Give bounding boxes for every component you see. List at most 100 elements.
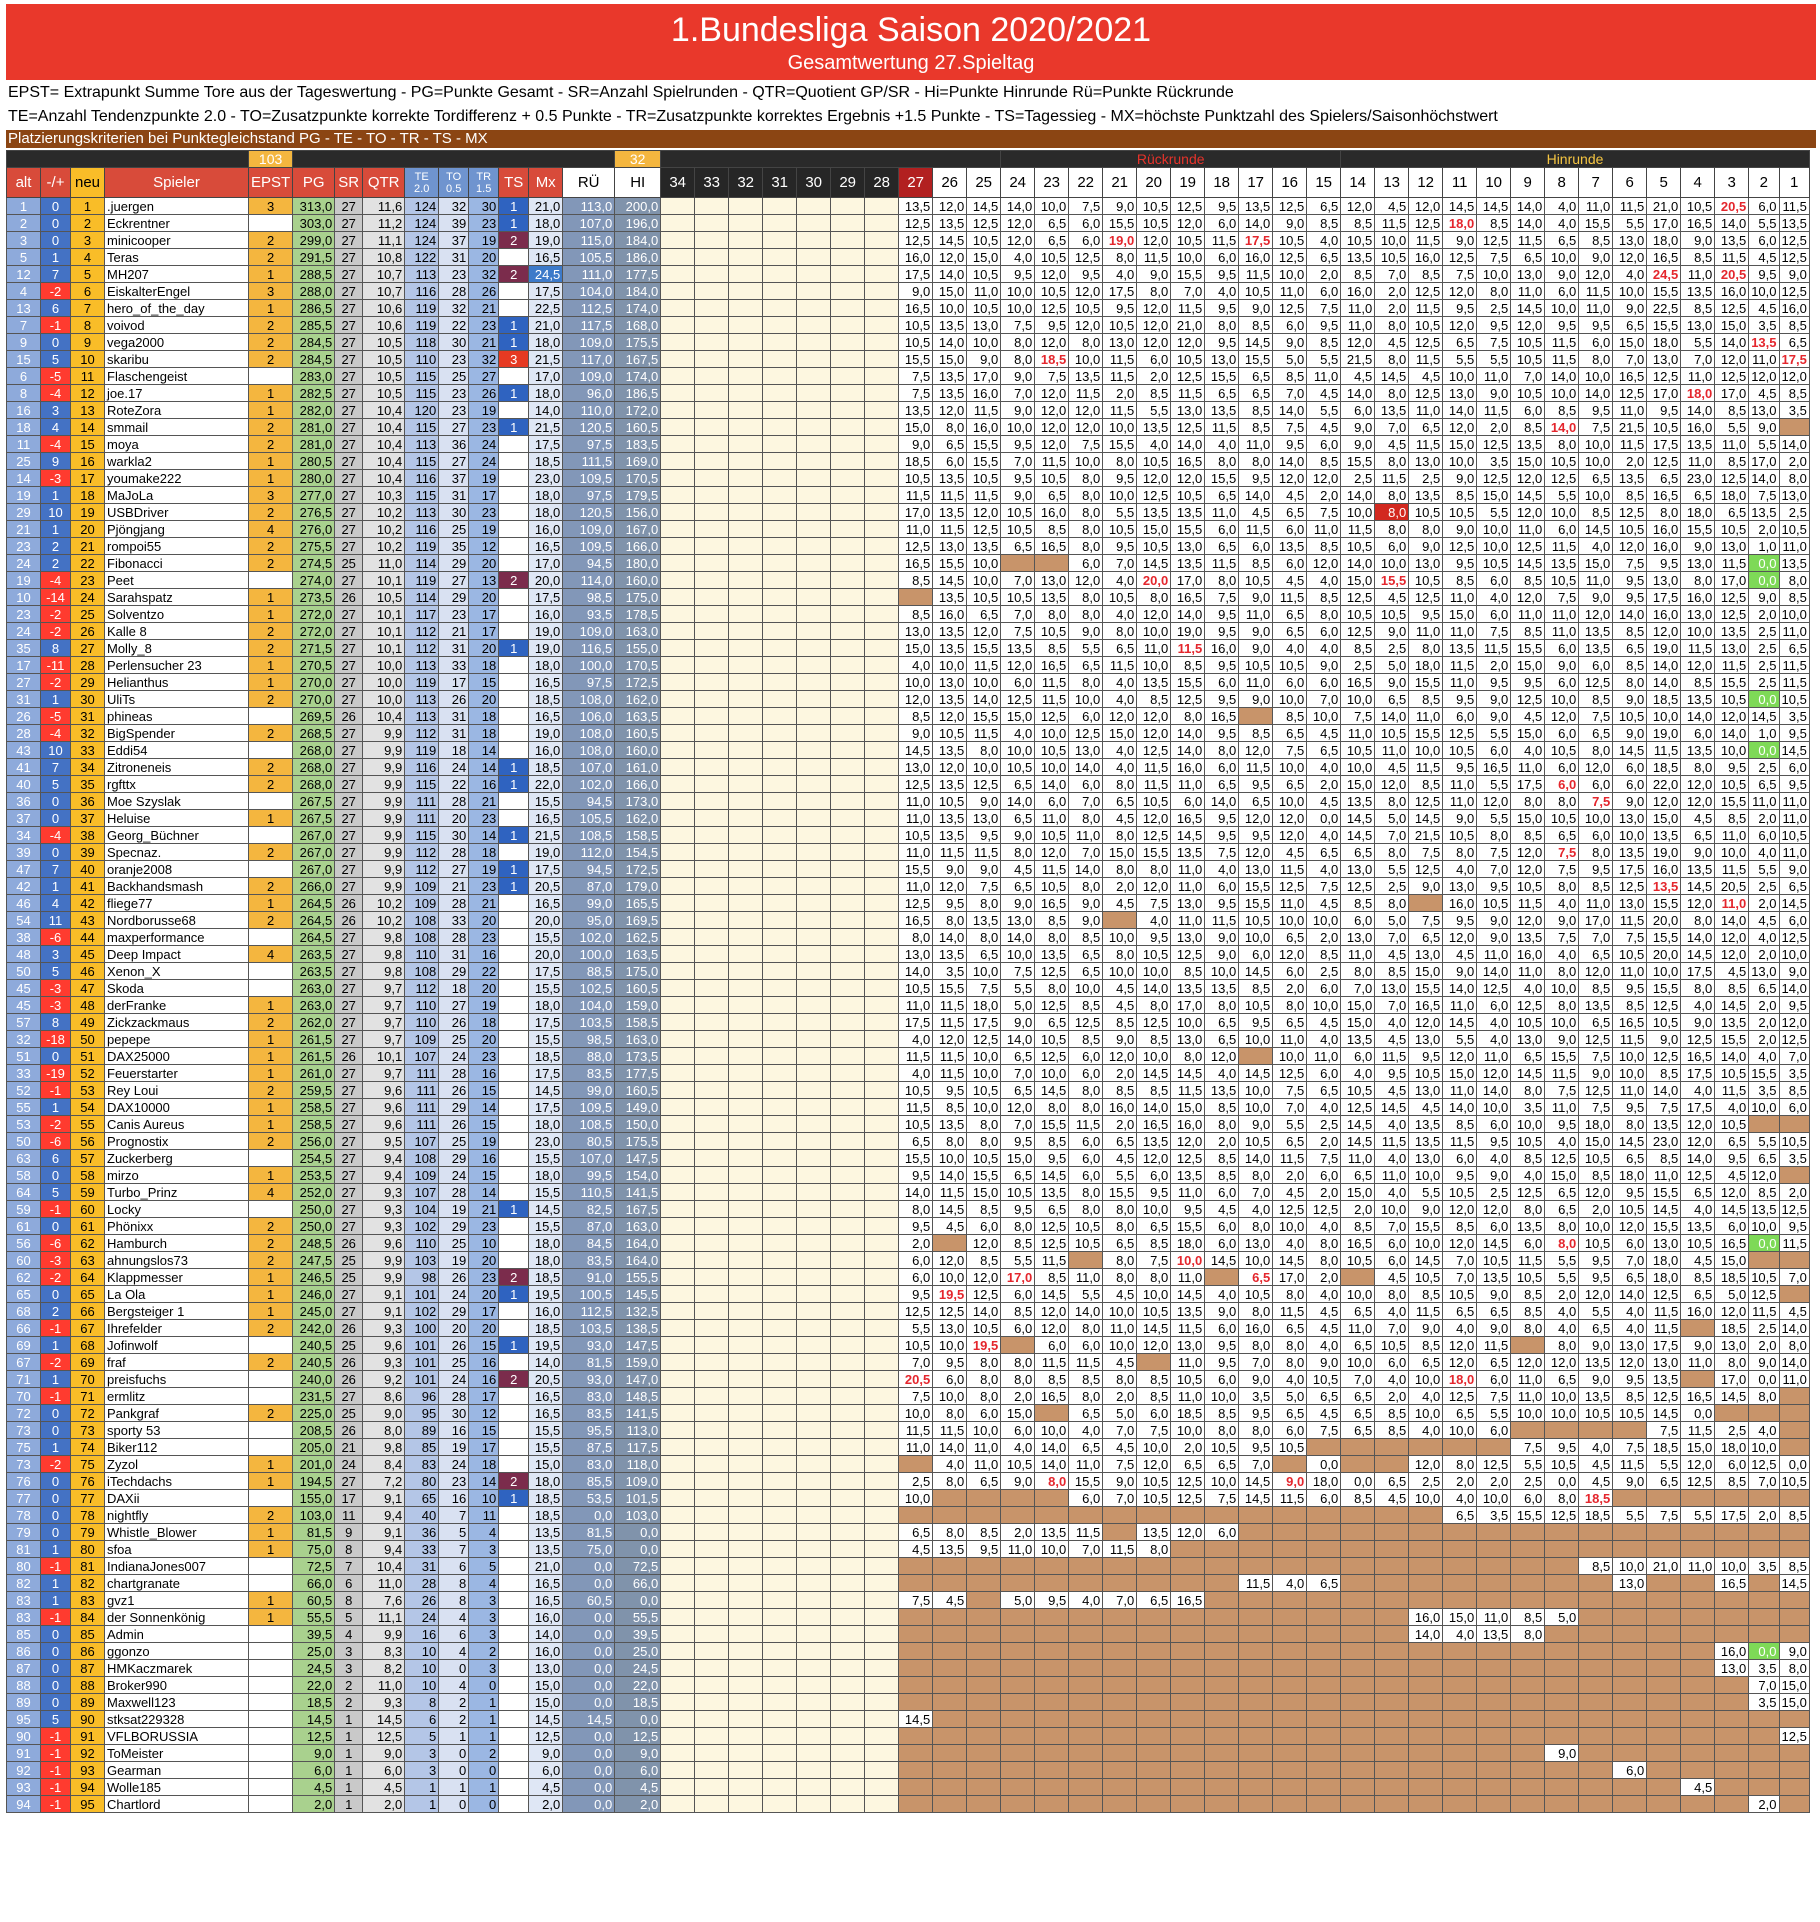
points-total: 205,0	[292, 1438, 336, 1456]
round-score	[796, 996, 832, 1014]
max-points: 16,5	[528, 707, 564, 725]
rank-change: 2	[40, 1302, 71, 1320]
day-wins: 2	[498, 571, 530, 589]
round-score: 10,5	[1544, 452, 1580, 470]
round-score: 10,5	[1680, 1234, 1716, 1252]
goal-diff-points: 31	[438, 724, 470, 742]
round-score: 12,0	[1578, 962, 1614, 980]
round-score: 9,5	[1204, 299, 1240, 317]
round-score	[762, 1166, 798, 1184]
round-score	[966, 1693, 1002, 1711]
round-score: 6,5	[1238, 792, 1274, 810]
points-hinrunde: 158,5	[614, 1013, 662, 1031]
rank-old: 34	[6, 826, 41, 844]
rank-change: -4	[40, 571, 71, 589]
round-score: 20,0	[1646, 911, 1682, 929]
round-score	[762, 1081, 798, 1099]
round-score: 10,5	[1408, 571, 1444, 589]
goal-diff-points: 0	[438, 1659, 470, 1677]
round-score	[864, 1081, 900, 1099]
exact-result-points: 21	[468, 333, 500, 351]
round-score: 12,5	[966, 520, 1002, 538]
player-row: 24 2 22 Fibonacci 2 274,5 25 11,0 114 29 20 17,0 94,…	[6, 554, 1810, 572]
round-score: 14,5	[1340, 826, 1376, 844]
round-score: 2,0	[1340, 1200, 1376, 1218]
points-hinrunde: 175,5	[614, 333, 662, 351]
rank-old: 37	[6, 809, 41, 827]
round-score: 10,5	[1340, 1251, 1376, 1269]
round-score: 14,0	[898, 962, 934, 980]
round-score: 4,5	[1748, 299, 1780, 317]
epst-value	[247, 1421, 294, 1439]
round-score: 2,0	[1748, 894, 1780, 912]
round-score	[796, 1081, 832, 1099]
tendency-points: 122	[404, 248, 440, 266]
round-score: 14,5	[1778, 894, 1810, 912]
round-score	[1272, 1642, 1308, 1660]
round-score: 10,0	[1578, 486, 1614, 504]
round-score	[694, 1149, 730, 1167]
round-score: 8,5	[1408, 1336, 1444, 1354]
round-score: 10,5	[1544, 741, 1580, 759]
round-score: 8,5	[1238, 724, 1274, 742]
round-score: 12,0	[898, 690, 934, 708]
round-score: 6,5	[1340, 1387, 1376, 1405]
round-score: 12,0	[1272, 469, 1308, 487]
day-wins	[498, 1047, 530, 1065]
round-score	[864, 1523, 900, 1541]
round-score	[728, 1421, 764, 1439]
round-score: 14,0	[1714, 333, 1750, 351]
round-score: 8,5	[1714, 452, 1750, 470]
round-score: 13,5	[1578, 1353, 1614, 1371]
round-score: 8,0	[1238, 1217, 1274, 1235]
round-score	[728, 622, 764, 640]
tendency-points: 24	[404, 1608, 440, 1626]
round-score	[1476, 1676, 1512, 1694]
goal-diff-points: 4	[438, 1608, 470, 1626]
round-score	[762, 945, 798, 963]
round-score: 15,0	[1340, 571, 1376, 589]
points-rueckrunde: 83,5	[562, 1251, 616, 1269]
round-score: 13,5	[932, 1115, 968, 1133]
round-score: 5,0	[1272, 1387, 1308, 1405]
ranking-table: 103 32 Rückrunde Hinrunde alt -/+ neu Spieler EP…	[6, 150, 1810, 1813]
round-score: 15,0	[1778, 1693, 1810, 1711]
round-score: 14,0	[1778, 1353, 1810, 1371]
round-score: 9,0	[1680, 537, 1716, 555]
round-score: 8,0	[1068, 486, 1104, 504]
epst-value: 1	[247, 1455, 294, 1473]
rank-change: -3	[40, 979, 71, 997]
round-score	[1748, 1251, 1780, 1269]
round-score: 4,0	[1102, 605, 1138, 623]
day-wins	[498, 707, 530, 725]
round-score	[694, 1234, 730, 1252]
epst-value	[247, 1489, 294, 1507]
round-score: 12,5	[1680, 1030, 1716, 1048]
round-score: 17,0	[1170, 996, 1206, 1014]
day-wins	[498, 1115, 530, 1133]
round-score	[1068, 1727, 1104, 1745]
goal-diff-points: 2	[438, 1693, 470, 1711]
round-score	[1340, 1591, 1376, 1609]
round-score: 8,5	[1136, 384, 1172, 402]
rounds-played: 6	[334, 1574, 364, 1592]
round-score: 9,5	[1442, 554, 1478, 572]
rank-change: 1	[40, 520, 71, 538]
round-score: 7,5	[1544, 860, 1580, 878]
epst-value: 1	[247, 1166, 294, 1184]
points-rueckrunde: 109,5	[562, 469, 616, 487]
round-score	[1272, 1761, 1308, 1779]
round-score	[660, 860, 696, 878]
round-score	[864, 486, 900, 504]
rounds-played: 27	[334, 452, 364, 470]
round-score	[830, 1370, 866, 1388]
round-score	[830, 554, 866, 572]
player-name: rompoi55	[104, 537, 249, 555]
round-score	[694, 1166, 730, 1184]
round-score	[728, 299, 764, 317]
round-score: 10,5	[1714, 690, 1750, 708]
rank-new: 22	[70, 554, 105, 572]
round-score: 10,5	[1578, 1234, 1614, 1252]
round-score: 9,5	[1544, 316, 1580, 334]
round-score	[1510, 1761, 1546, 1779]
